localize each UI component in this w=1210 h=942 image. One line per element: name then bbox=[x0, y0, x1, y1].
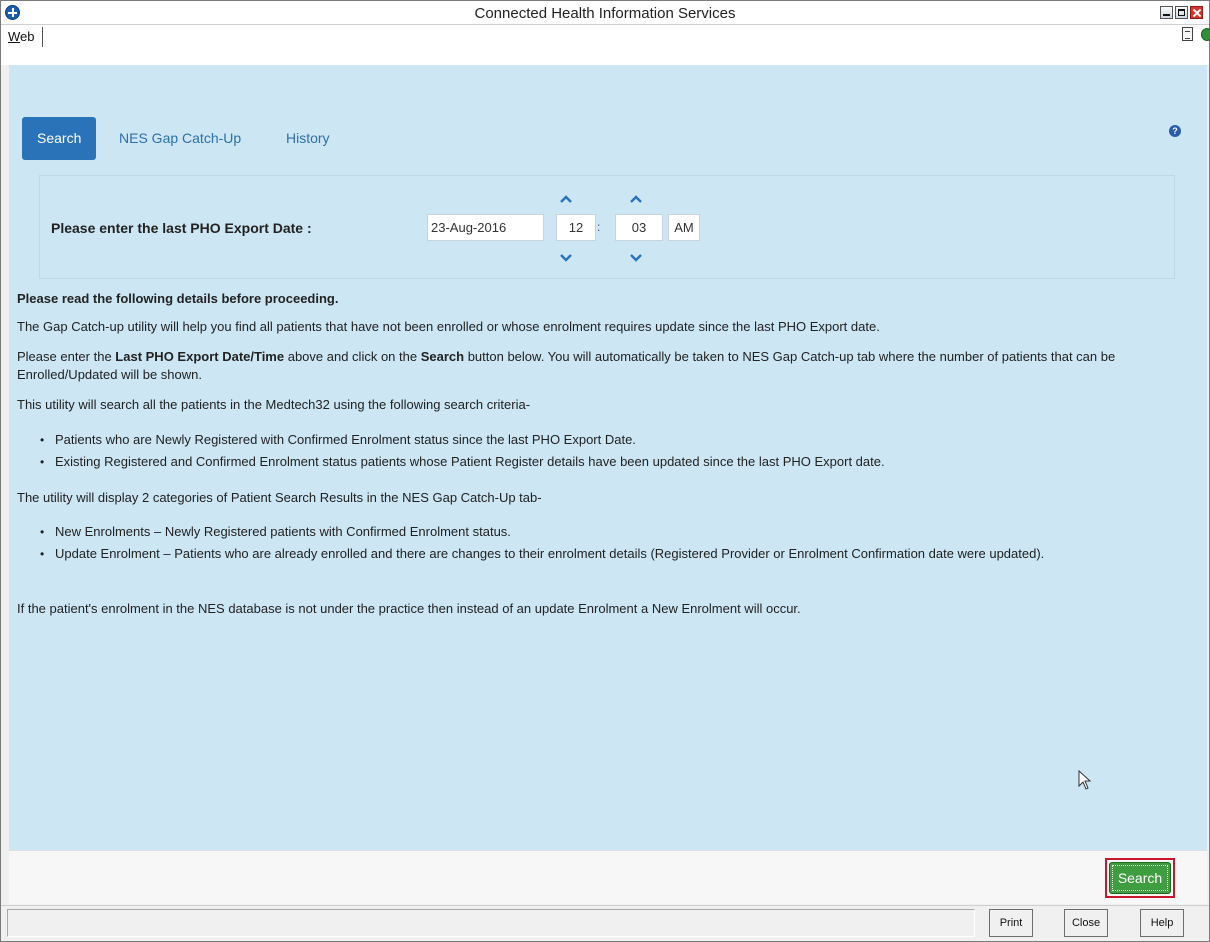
hour-down-chevron-icon[interactable] bbox=[559, 253, 573, 263]
info-paragraph-3: This utility will search all the patient… bbox=[17, 397, 531, 412]
tab-history[interactable]: History bbox=[286, 117, 330, 160]
info-p2-text-a: Please enter the bbox=[17, 349, 116, 364]
info-p2-bold-search: Search bbox=[420, 349, 465, 364]
tab-nes-gap-catch-up[interactable]: NES Gap Catch-Up bbox=[119, 117, 241, 160]
tab-search[interactable]: Search bbox=[22, 117, 97, 160]
info-paragraph-4: The utility will display 2 categories of… bbox=[17, 490, 542, 505]
window-title: Connected Health Information Services bbox=[474, 5, 736, 22]
application-window: Connected Health Information Services We… bbox=[0, 0, 1210, 942]
status-field bbox=[7, 909, 975, 937]
question-circle-icon[interactable]: ? bbox=[1169, 125, 1181, 137]
time-separator: : bbox=[597, 220, 601, 234]
mouse-pointer-icon bbox=[1078, 769, 1092, 795]
info-paragraph-1: The Gap Catch-up utility will help you f… bbox=[17, 319, 880, 334]
list-item: Update Enrolment – Patients who are alre… bbox=[17, 545, 1187, 563]
hour-up-chevron-icon[interactable] bbox=[559, 194, 573, 204]
criteria-list: Patients who are Newly Registered with C… bbox=[17, 431, 1187, 471]
ampm-toggle-button[interactable]: AM bbox=[668, 214, 700, 241]
close-window-button[interactable] bbox=[1190, 6, 1203, 19]
web-tab-label: eb bbox=[20, 29, 35, 44]
export-date-input[interactable]: 23-Aug-2016 bbox=[427, 214, 544, 241]
minimize-button[interactable] bbox=[1160, 6, 1173, 19]
info-paragraph-2: Please enter the Last PHO Export Date/Ti… bbox=[17, 348, 1197, 384]
list-item: Existing Registered and Confirmed Enrolm… bbox=[17, 453, 1187, 471]
minute-up-chevron-icon[interactable] bbox=[629, 194, 643, 204]
list-item: Patients who are Newly Registered with C… bbox=[17, 431, 1187, 449]
web-tab[interactable]: Web bbox=[6, 27, 43, 47]
search-button-highlight: Search bbox=[1105, 858, 1175, 898]
categories-list: New Enrolments – Newly Registered patien… bbox=[17, 523, 1187, 563]
document-icon[interactable] bbox=[1182, 27, 1193, 41]
info-p2-bold-datetime: Last PHO Export Date/Time bbox=[115, 349, 285, 364]
help-button[interactable]: Help bbox=[1140, 909, 1184, 937]
maximize-button[interactable] bbox=[1175, 6, 1188, 19]
menu-row: Web bbox=[1, 25, 1210, 65]
main-content-panel: Search NES Gap Catch-Up History ? Please… bbox=[9, 65, 1207, 850]
hour-input[interactable]: 12 bbox=[556, 214, 596, 241]
action-bar: Search bbox=[9, 850, 1207, 904]
info-paragraph-5: If the patient's enrolment in the NES da… bbox=[17, 601, 801, 616]
minute-input[interactable]: 03 bbox=[615, 214, 663, 241]
export-date-panel: Please enter the last PHO Export Date : … bbox=[39, 175, 1175, 279]
info-heading: Please read the following details before… bbox=[17, 291, 339, 306]
bottom-button-bar: Print Close Help bbox=[1, 905, 1209, 941]
search-button[interactable]: Search bbox=[1109, 862, 1171, 894]
list-item: New Enrolments – Newly Registered patien… bbox=[17, 523, 1187, 541]
minute-down-chevron-icon[interactable] bbox=[629, 253, 643, 263]
web-tab-mnemonic: W bbox=[8, 29, 21, 44]
close-button[interactable]: Close bbox=[1064, 909, 1108, 937]
export-date-label: Please enter the last PHO Export Date : bbox=[51, 220, 312, 236]
title-bar: Connected Health Information Services bbox=[1, 1, 1209, 25]
globe-icon[interactable] bbox=[1201, 28, 1210, 41]
info-p2-text-c: above and click on the bbox=[284, 349, 421, 364]
print-button[interactable]: Print bbox=[989, 909, 1033, 937]
